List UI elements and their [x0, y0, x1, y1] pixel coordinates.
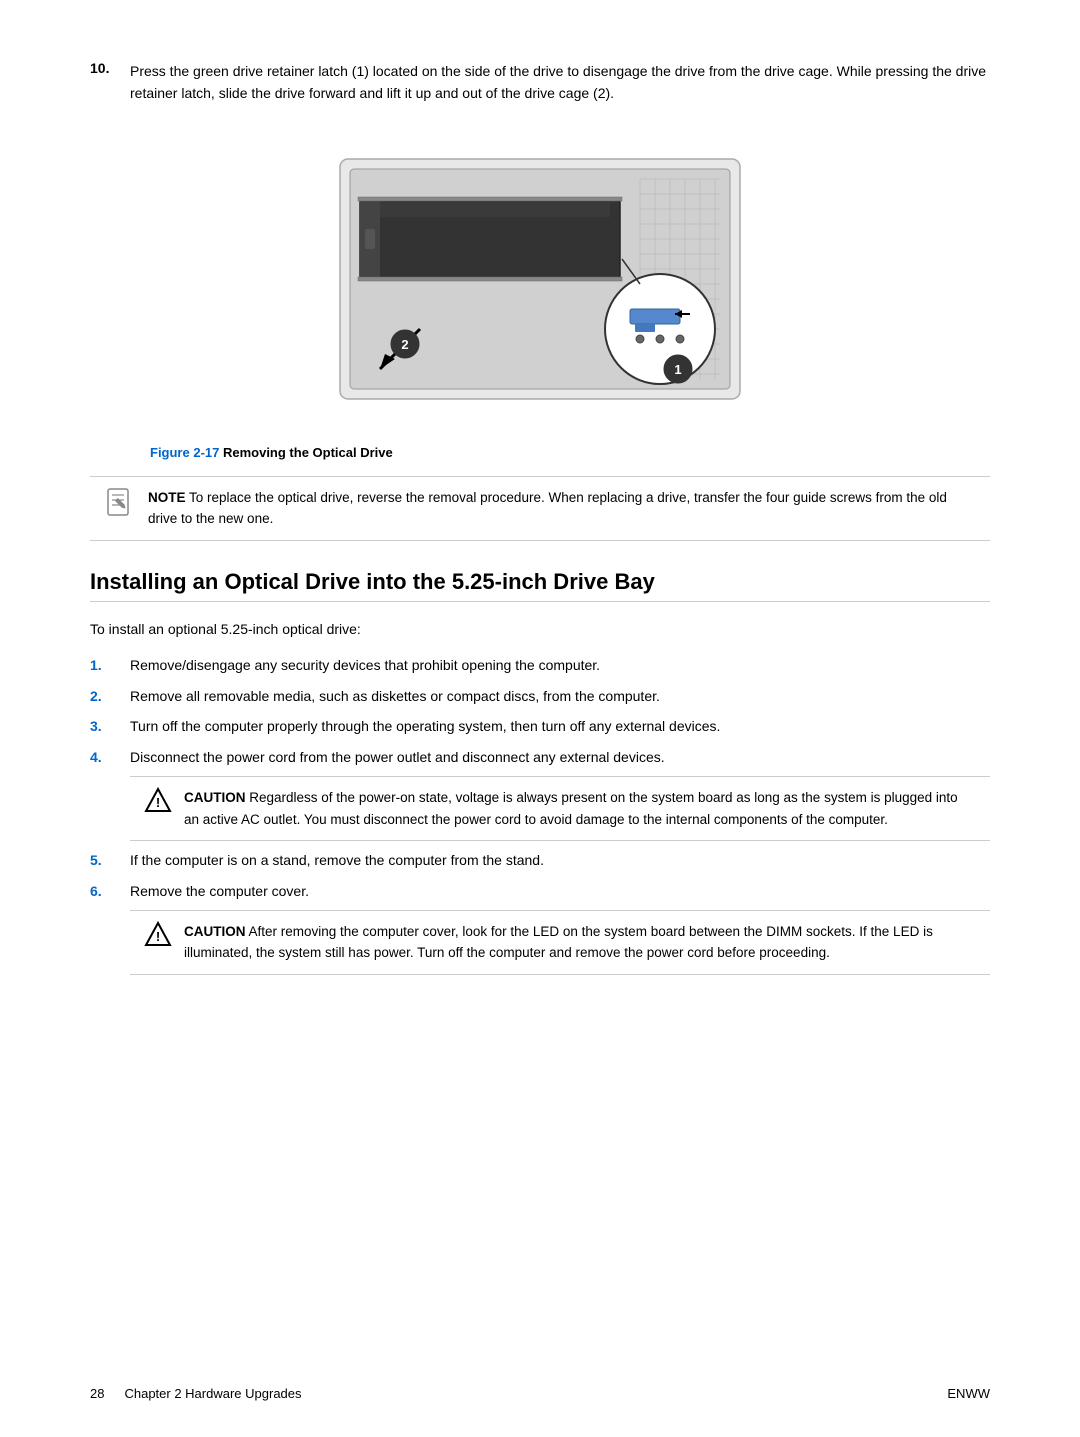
note-icon [104, 487, 136, 519]
page-number: 28 [90, 1386, 104, 1401]
step-num-1: 1. [90, 654, 130, 676]
list-item-2: 2. Remove all removable media, such as d… [90, 685, 990, 707]
caution-body-1: Regardless of the power-on state, voltag… [184, 790, 958, 827]
step-num-4: 4. [90, 746, 130, 768]
figure-image: 2 1 [330, 129, 750, 429]
optical-drive-diagram: 2 1 [330, 129, 750, 429]
step-num-2: 2. [90, 685, 130, 707]
list-item-5: 5. If the computer is on a stand, remove… [90, 849, 990, 871]
figure-caption: Figure 2-17 Removing the Optical Drive [90, 445, 990, 460]
step-text-6: Remove the computer cover. [130, 880, 309, 902]
svg-text:!: ! [156, 929, 160, 944]
step-num-3: 3. [90, 715, 130, 737]
svg-text:!: ! [156, 795, 160, 810]
note-label: NOTE [148, 490, 186, 505]
list-item-3: 3. Turn off the computer properly throug… [90, 715, 990, 737]
step-10-text: Press the green drive retainer latch (1)… [130, 60, 990, 105]
svg-text:1: 1 [674, 362, 681, 377]
step-text-5: If the computer is on a stand, remove th… [130, 849, 544, 871]
caution-box-1: ! CAUTION Regardless of the power-on sta… [130, 776, 990, 841]
step-10-number: 10. [90, 60, 130, 105]
step-10: 10. Press the green drive retainer latch… [90, 60, 990, 105]
chapter-label: Chapter 2 Hardware Upgrades [124, 1386, 301, 1401]
caution-icon-1: ! [144, 787, 172, 815]
caution-label-1: CAUTION [184, 790, 246, 805]
note-box: NOTE To replace the optical drive, rever… [90, 476, 990, 541]
step-text-2: Remove all removable media, such as disk… [130, 685, 660, 707]
steps-list-2: 5. If the computer is on a stand, remove… [90, 849, 990, 902]
list-item-1: 1. Remove/disengage any security devices… [90, 654, 990, 676]
caution-text-2: CAUTION After removing the computer cove… [184, 921, 976, 964]
footer-left: 28 Chapter 2 Hardware Upgrades [90, 1386, 302, 1401]
section-intro: To install an optional 5.25-inch optical… [90, 618, 990, 640]
caution-icon-2: ! [144, 921, 172, 949]
step-num-6: 6. [90, 880, 130, 902]
steps-list-1: 1. Remove/disengage any security devices… [90, 654, 990, 768]
caution-box-2: ! CAUTION After removing the computer co… [130, 910, 990, 975]
figure-caption-text: Removing the Optical Drive [219, 445, 392, 460]
section-title: Installing an Optical Drive into the 5.2… [90, 569, 990, 602]
caution-body-2: After removing the computer cover, look … [184, 924, 933, 961]
caution-label-2: CAUTION [184, 924, 246, 939]
note-body: To replace the optical drive, reverse th… [148, 490, 947, 527]
note-text: NOTE To replace the optical drive, rever… [148, 487, 976, 530]
step-text-1: Remove/disengage any security devices th… [130, 654, 600, 676]
step-text-4: Disconnect the power cord from the power… [130, 746, 665, 768]
footer-right: ENWW [947, 1386, 990, 1401]
page-footer: 28 Chapter 2 Hardware Upgrades ENWW [90, 1386, 990, 1401]
svg-text:2: 2 [401, 337, 408, 352]
step-num-5: 5. [90, 849, 130, 871]
step-text-3: Turn off the computer properly through t… [130, 715, 720, 737]
list-item-4: 4. Disconnect the power cord from the po… [90, 746, 990, 768]
figure-container: 2 1 Figure 2-17 Removing the Optical Dri… [90, 129, 990, 460]
caution-text-1: CAUTION Regardless of the power-on state… [184, 787, 976, 830]
list-item-6: 6. Remove the computer cover. [90, 880, 990, 902]
figure-caption-bold: Figure 2-17 [150, 445, 219, 460]
